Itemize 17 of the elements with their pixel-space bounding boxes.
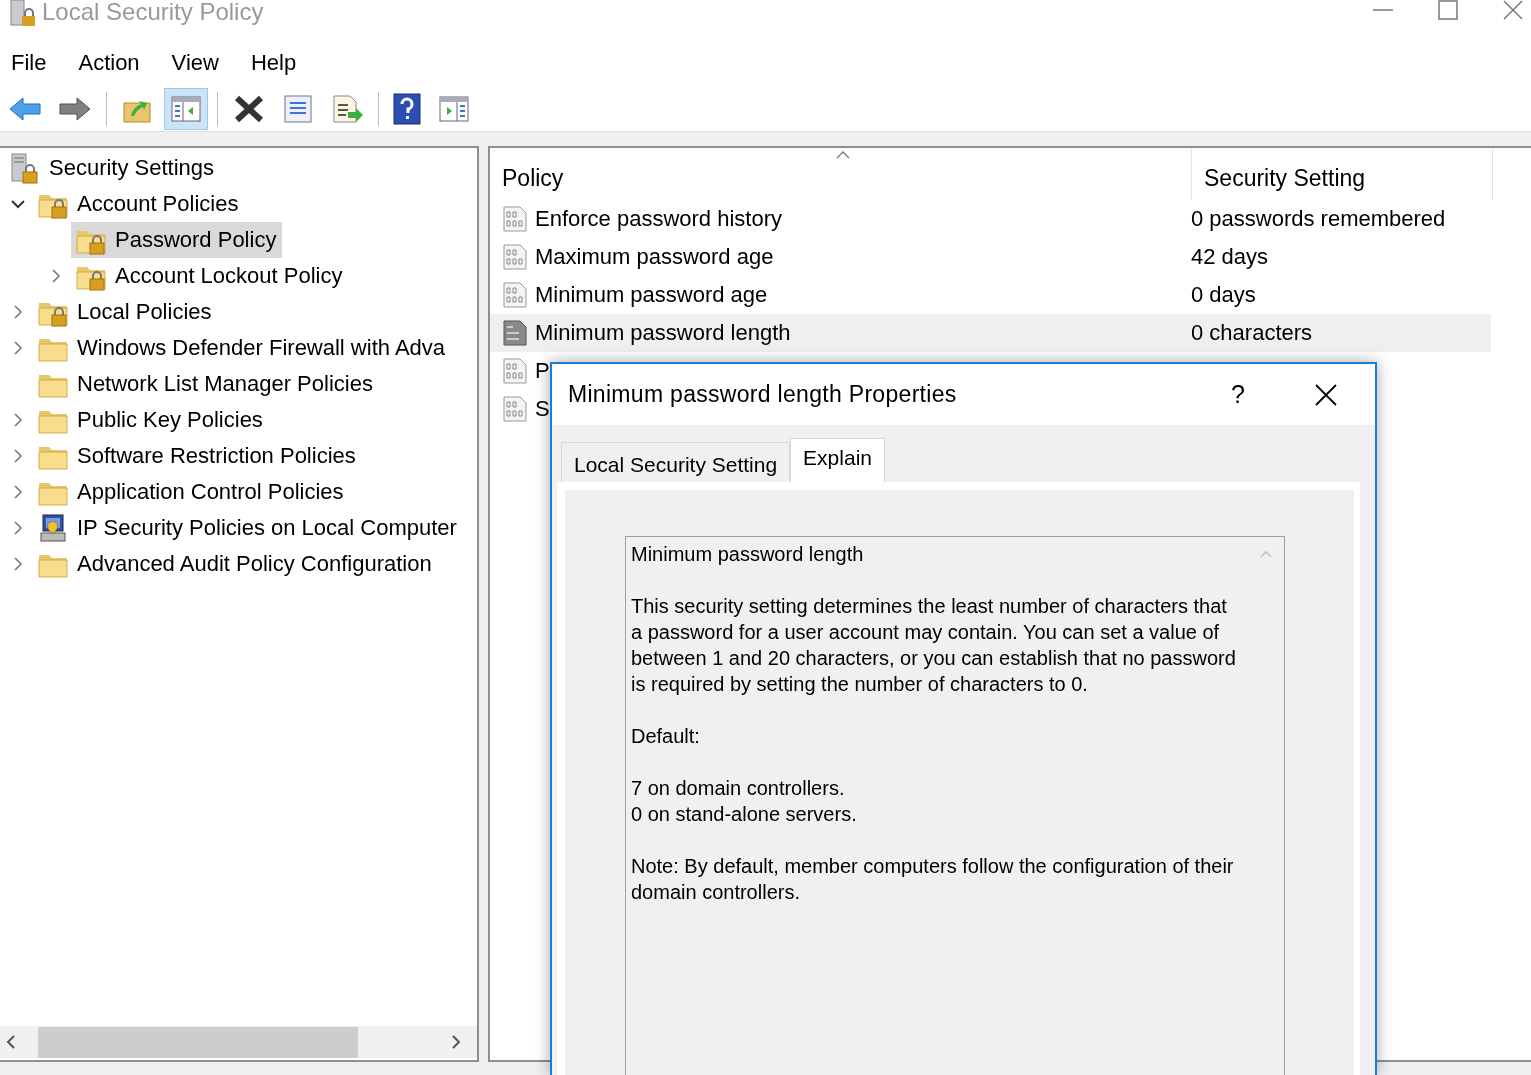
explain-paragraph: Minimum password length [631, 542, 865, 567]
setting-value: 0 characters [1191, 320, 1313, 346]
policy-name: S [535, 396, 550, 422]
setting-value: 0 days [1191, 282, 1256, 308]
policy-name: P [535, 358, 550, 384]
setting-value: 0 passwords remembered [1191, 206, 1446, 232]
explain-paragraph: 7 on domain controllers. 0 on stand-alone servers. [631, 776, 858, 827]
policy-name: Minimum password age [535, 282, 768, 308]
setting-value: 42 days [1191, 244, 1269, 270]
policy-name: Enforce password history [535, 206, 782, 232]
explain-paragraph: This security setting determines the least number of characters that a password for a user account may contain. You can set a value of between 1 and 20 characters, or you can establish that no password is required by setting the number of characters to 0. [631, 594, 1237, 697]
explain-paragraph: Default: [631, 724, 701, 749]
policy-name: Minimum password length [535, 320, 791, 346]
explain-paragraph: Note: By default, member computers follow the configuration of their domain controllers. [631, 854, 1235, 905]
policy-name: Maximum password age [535, 244, 774, 270]
window-title: Local Security Policy [42, 0, 264, 26]
dialog-title: Minimum password length Properties [568, 381, 958, 408]
